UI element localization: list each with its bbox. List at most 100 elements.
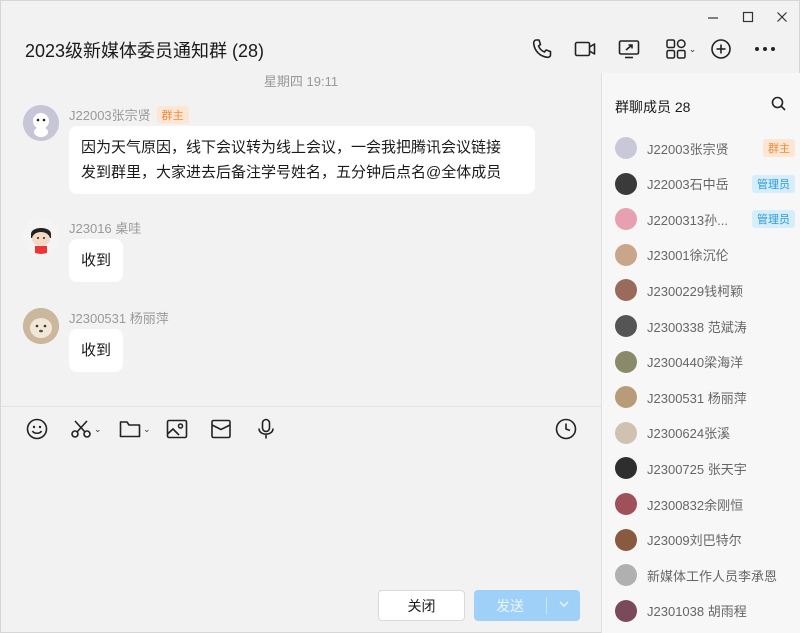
- avatar[interactable]: [23, 105, 59, 141]
- admin-badge: 管理员: [752, 174, 795, 193]
- member-name: J22003石中岳: [647, 177, 729, 193]
- chevron-down-icon: [558, 601, 569, 608]
- maximize-icon: [742, 11, 754, 23]
- member-item[interactable]: J2300440梁海洋: [615, 349, 795, 375]
- member-name: J2300832余刚恒: [647, 497, 744, 513]
- avatar[interactable]: [23, 218, 59, 254]
- message-bubble[interactable]: 收到: [69, 239, 124, 282]
- add-member-icon: [711, 39, 731, 59]
- screen-share-icon: [618, 40, 640, 59]
- chat-title: 2023级新媒体委员通知群 (28): [25, 41, 265, 61]
- send-button[interactable]: 发送: [474, 590, 580, 621]
- member-item[interactable]: J2301038 胡雨程: [615, 598, 795, 624]
- chat-window: 2023级新媒体委员通知群 (28) ⌄ 星期四 19:11 J22003张宗贤…: [0, 0, 800, 633]
- member-name: J2300338 范斌涛: [647, 319, 747, 335]
- sender-name-text: J22003张宗贤: [69, 108, 151, 123]
- sender-name-text: J23016 桌哇: [69, 221, 142, 236]
- avatar: [615, 421, 637, 444]
- minimize-button[interactable]: [703, 7, 723, 27]
- avatar: [615, 137, 637, 159]
- member-item[interactable]: J22003张宗贤 群主: [615, 135, 795, 161]
- message-item: J2300531 杨丽萍 收到: [23, 308, 323, 378]
- message-list[interactable]: 星期四 19:11 J22003张宗贤 群主 因为天气原因，线下会议转为线上会议…: [1, 73, 601, 406]
- folder-icon: [119, 421, 141, 438]
- avatar: [615, 386, 637, 409]
- phone-icon: [532, 39, 552, 59]
- apps-button[interactable]: ⌄: [661, 37, 699, 61]
- member-item[interactable]: J2300338 范斌涛: [615, 313, 795, 339]
- history-button[interactable]: [554, 416, 578, 442]
- voice-call-button[interactable]: [529, 37, 555, 61]
- member-search-button[interactable]: [770, 95, 788, 113]
- file-button[interactable]: ⌄: [118, 416, 151, 442]
- member-name: J2300229钱柯颖: [647, 283, 744, 299]
- emoji-button[interactable]: [25, 416, 49, 442]
- send-options-chevron-icon[interactable]: [547, 598, 580, 613]
- owner-badge: 群主: [763, 139, 795, 157]
- close-button[interactable]: 关闭: [378, 590, 465, 621]
- red-packet-icon: [211, 419, 231, 439]
- member-item[interactable]: J2300531 杨丽萍: [615, 384, 795, 410]
- member-name: J2300624张溪: [647, 426, 731, 442]
- message-bubble[interactable]: 因为天气原因，线下会议转为线上会议，一会我把腾讯会议链接 发到群里，大家进去后备…: [69, 126, 535, 194]
- history-icon: [555, 418, 577, 440]
- avatar: [615, 493, 637, 515]
- chevron-down-icon: ⌄: [143, 423, 151, 434]
- member-name: J2300531 杨丽萍: [647, 390, 747, 406]
- microphone-icon: [258, 418, 274, 439]
- member-panel: 群聊成员 28 J22003张宗贤 群主 J22003石中岳 管理员 J2200313孙…: [601, 73, 800, 633]
- avatar-image: [23, 105, 59, 141]
- avatar: [615, 315, 637, 337]
- sender-name: J23016 桌哇: [69, 218, 141, 237]
- red-packet-button[interactable]: [209, 416, 233, 442]
- member-item[interactable]: J2300832余刚恒: [615, 491, 795, 517]
- video-call-button[interactable]: [572, 37, 598, 61]
- member-name: J2200313孙...: [647, 212, 728, 228]
- image-button[interactable]: [165, 416, 189, 442]
- image-icon: [166, 419, 188, 439]
- member-item[interactable]: J23001徐沉伦: [615, 242, 795, 268]
- message-input[interactable]: [21, 451, 591, 581]
- member-item[interactable]: J2300624张溪: [615, 420, 795, 446]
- avatar: [615, 350, 637, 373]
- member-name: J23001徐沉伦: [647, 248, 729, 264]
- member-item[interactable]: J23009刘巴特尔: [615, 527, 795, 553]
- add-member-button[interactable]: [708, 37, 734, 61]
- avatar: [615, 457, 637, 480]
- screenshot-button[interactable]: ⌄: [69, 416, 102, 442]
- message-bubble[interactable]: 收到: [69, 329, 124, 372]
- avatar-image: [23, 308, 59, 344]
- member-item[interactable]: J2300229钱柯颖: [615, 277, 795, 303]
- message-item: J23016 桌哇 收到: [23, 218, 323, 288]
- member-item[interactable]: J22003石中岳 管理员: [615, 171, 795, 197]
- apps-icon: [665, 39, 686, 59]
- member-item[interactable]: J2300725 张天宇: [615, 455, 795, 481]
- owner-badge: 群主: [156, 105, 189, 124]
- emoji-icon: [26, 418, 48, 440]
- close-window-button[interactable]: [772, 7, 792, 27]
- member-item[interactable]: J2200313孙... 管理员: [615, 206, 795, 232]
- more-icon: [755, 47, 775, 51]
- avatar: [615, 279, 637, 302]
- more-button[interactable]: [752, 37, 778, 61]
- member-name: 新媒体工作人员李承恩: [647, 568, 778, 584]
- admin-badge: 管理员: [752, 210, 795, 229]
- message-item: J22003张宗贤 群主 因为天气原因，线下会议转为线上会议，一会我把腾讯会议链…: [23, 105, 583, 195]
- chevron-down-icon: ⌄: [94, 423, 102, 434]
- avatar: [615, 564, 637, 587]
- avatar-image: [23, 218, 59, 254]
- message-text-line: 收到: [81, 252, 112, 269]
- voice-message-button[interactable]: [254, 416, 278, 442]
- member-item[interactable]: 新媒体工作人员李承恩: [615, 562, 795, 588]
- close-icon: [777, 12, 787, 22]
- sender-name: J2300531 杨丽萍: [69, 308, 169, 327]
- avatar[interactable]: [23, 308, 59, 344]
- screen-share-button[interactable]: [616, 37, 642, 61]
- minimize-icon: [708, 17, 718, 19]
- member-name: J2300725 张天宇: [647, 461, 747, 477]
- member-panel-title: 群聊成员 28: [615, 99, 691, 115]
- avatar: [615, 208, 637, 231]
- search-icon: [771, 96, 786, 111]
- date-separator: 星期四 19:11: [263, 74, 339, 89]
- maximize-button[interactable]: [738, 7, 758, 27]
